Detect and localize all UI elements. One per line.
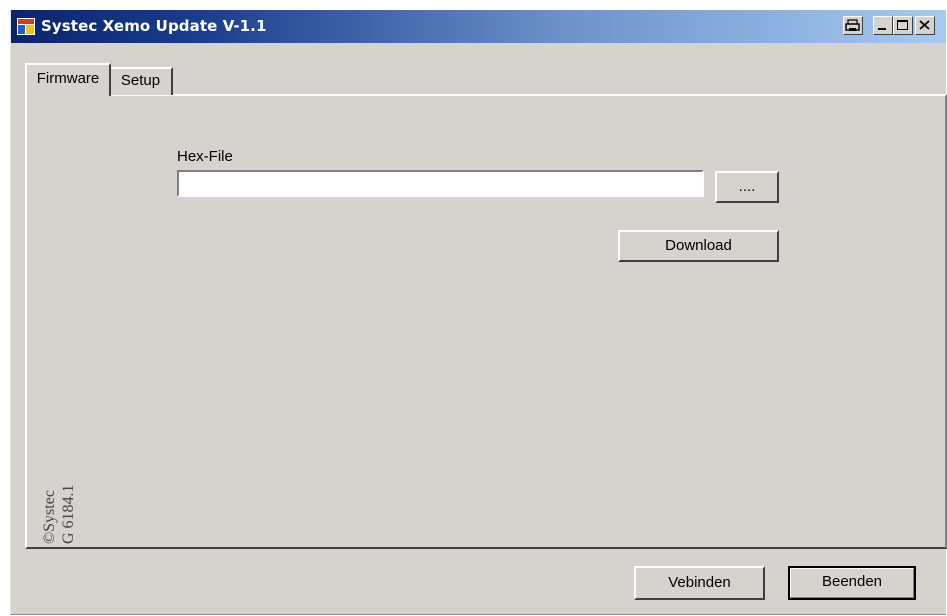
copyright-line-2: G 6184.1 [60,484,77,544]
copyright-text: ©Systec G 6184.1 [40,484,78,544]
minimize-icon[interactable] [873,16,893,35]
copyright-line-1: ©Systec [41,490,58,544]
connect-button[interactable]: Vebinden [634,566,765,600]
tab-setup[interactable]: Setup [110,67,173,95]
tab-firmware-label: Firmware [36,70,100,87]
download-button[interactable]: Download [618,230,779,262]
title-bar[interactable]: Systec Xemo Update V-1.1 [11,10,946,43]
app-window: Systec Xemo Update V-1.1 Firmware Setup … [10,10,947,615]
exit-button[interactable]: Beenden [788,566,916,600]
window-title: Systec Xemo Update V-1.1 [41,17,267,35]
browse-button[interactable]: .... [715,171,779,203]
hex-file-label: Hex-File [177,148,233,165]
tab-firmware[interactable]: Firmware [25,63,111,96]
maximize-icon[interactable] [893,16,913,35]
tab-setup-label: Setup [120,72,161,89]
firmware-panel: Hex-File .... Download ©Systec G 6184.1 [25,94,947,549]
close-icon[interactable] [915,16,935,35]
hex-file-input[interactable] [177,170,704,197]
app-icon[interactable] [17,18,35,35]
print-icon[interactable] [843,16,863,35]
